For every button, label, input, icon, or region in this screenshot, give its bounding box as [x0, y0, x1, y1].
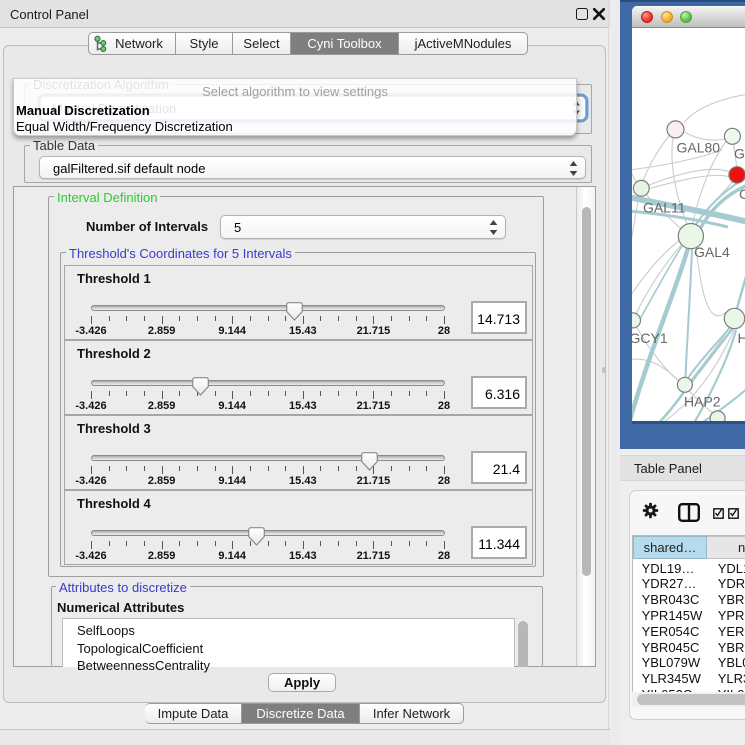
svg-text:HI: HI	[738, 330, 745, 346]
svg-text:HAP2: HAP2	[684, 393, 721, 409]
svg-text:CO: CO	[739, 186, 745, 202]
svg-text:GAL11: GAL11	[643, 200, 686, 216]
svg-text:GAL80: GAL80	[677, 139, 721, 155]
svg-text:GAL4: GAL4	[694, 244, 730, 260]
svg-text:GAL7: GAL7	[734, 146, 745, 162]
svg-text:GCY1: GCY1	[632, 330, 668, 346]
